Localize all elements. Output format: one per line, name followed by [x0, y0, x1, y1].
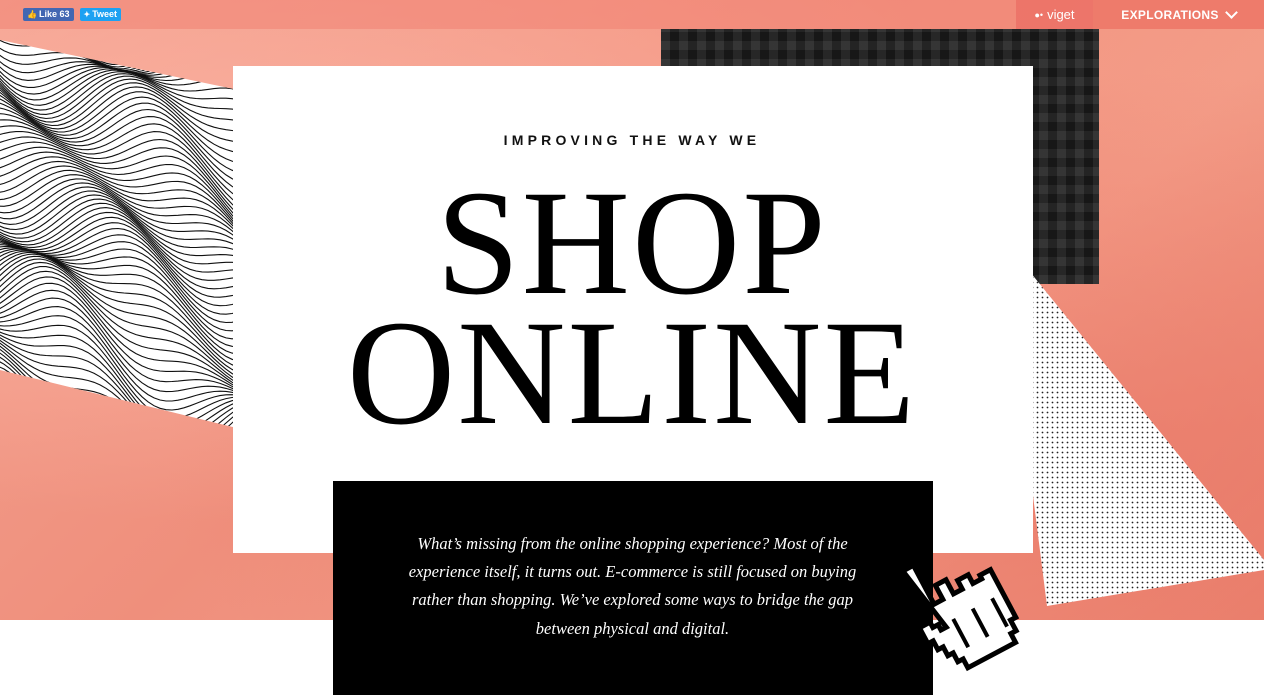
twitter-bird-icon: ✦ [83, 10, 91, 19]
top-bar: 👍 Like 63 ✦ Tweet ●• viget EXPLORATIONS [0, 0, 1264, 29]
chevron-down-icon [1224, 6, 1238, 19]
hero-kicker: IMPROVING THE WAY WE [503, 132, 761, 148]
explorations-label: EXPLORATIONS [1121, 7, 1219, 22]
like-label: Like 63 [38, 9, 70, 19]
explorations-menu-button[interactable]: EXPLORATIONS [1093, 0, 1264, 29]
hand-pointer-icon [885, 528, 1037, 688]
headline-online: ONLINE [346, 290, 918, 456]
brand-label: viget [1047, 7, 1075, 22]
viget-logo-icon: ●• [1034, 9, 1044, 20]
tweet-label: Tweet [92, 9, 118, 19]
facebook-like-button[interactable]: 👍 Like 63 [23, 8, 74, 21]
tweet-button[interactable]: ✦ Tweet [79, 8, 122, 21]
viget-home-link[interactable]: ●• viget [1016, 0, 1093, 29]
intro-text: What’s missing from the online shopping … [408, 534, 857, 638]
social-buttons: 👍 Like 63 ✦ Tweet [23, 8, 122, 21]
thumbs-up-icon: 👍 [27, 10, 37, 19]
